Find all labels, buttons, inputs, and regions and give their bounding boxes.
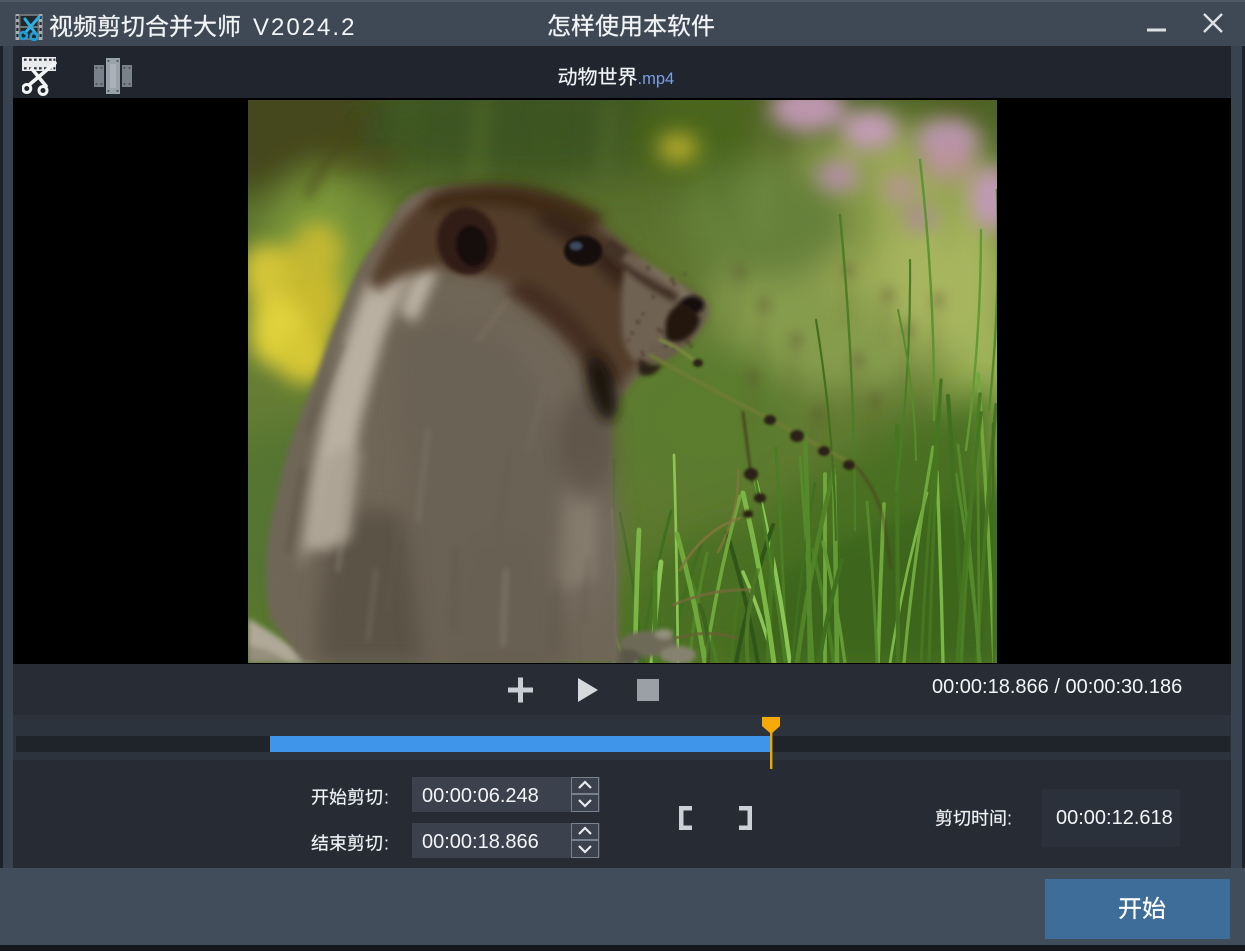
svg-text:00:00:06.248: 00:00:06.248 bbox=[422, 785, 539, 807]
svg-text:00:00:18.866: 00:00:18.866 bbox=[422, 831, 539, 853]
svg-text:V2024.2: V2024.2 bbox=[253, 14, 356, 41]
svg-text:00:00:12.618: 00:00:12.618 bbox=[1056, 807, 1173, 829]
svg-text::: : bbox=[1007, 809, 1012, 829]
svg-text:00:00:18.866 / 00:00:30.186: 00:00:18.866 / 00:00:30.186 bbox=[932, 676, 1182, 698]
svg-text::: : bbox=[384, 834, 389, 854]
svg-text:.mp4: .mp4 bbox=[638, 70, 675, 88]
svg-text::: : bbox=[384, 788, 389, 808]
